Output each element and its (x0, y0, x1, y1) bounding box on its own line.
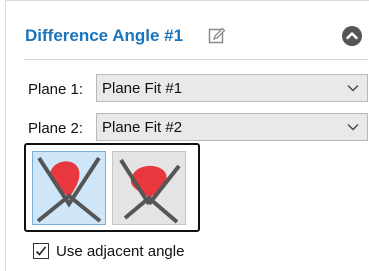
header-divider (24, 59, 368, 60)
collapse-button[interactable] (342, 26, 362, 46)
checkmark-icon (35, 246, 47, 256)
panel-title: Difference Angle #1 (25, 26, 184, 45)
chevron-down-icon (347, 124, 359, 131)
angle-mode-1-button[interactable] (32, 151, 106, 225)
angle-mode-group (24, 143, 200, 232)
adjacent-angle-icon (119, 158, 181, 224)
angle-between-planes-icon (36, 156, 102, 223)
chevron-up-icon (346, 32, 358, 40)
chevron-down-icon (347, 85, 359, 92)
use-adjacent-angle-checkbox[interactable] (33, 243, 49, 259)
use-adjacent-angle-label[interactable]: Use adjacent angle (56, 243, 184, 260)
edit-icon[interactable] (208, 27, 226, 45)
plane-1-label: Plane 1: (28, 81, 84, 98)
plane-1-value: Plane Fit #1 (102, 80, 183, 97)
plane-2-select[interactable]: Plane Fit #2 (96, 113, 368, 141)
plane-2-label: Plane 2: (28, 120, 84, 137)
plane-2-value: Plane Fit #2 (102, 119, 183, 136)
plane-1-select[interactable]: Plane Fit #1 (96, 74, 368, 102)
difference-angle-panel: Difference Angle #1 Plane 1: Plane Fit #… (5, 0, 369, 271)
angle-mode-2-button[interactable] (112, 151, 186, 225)
